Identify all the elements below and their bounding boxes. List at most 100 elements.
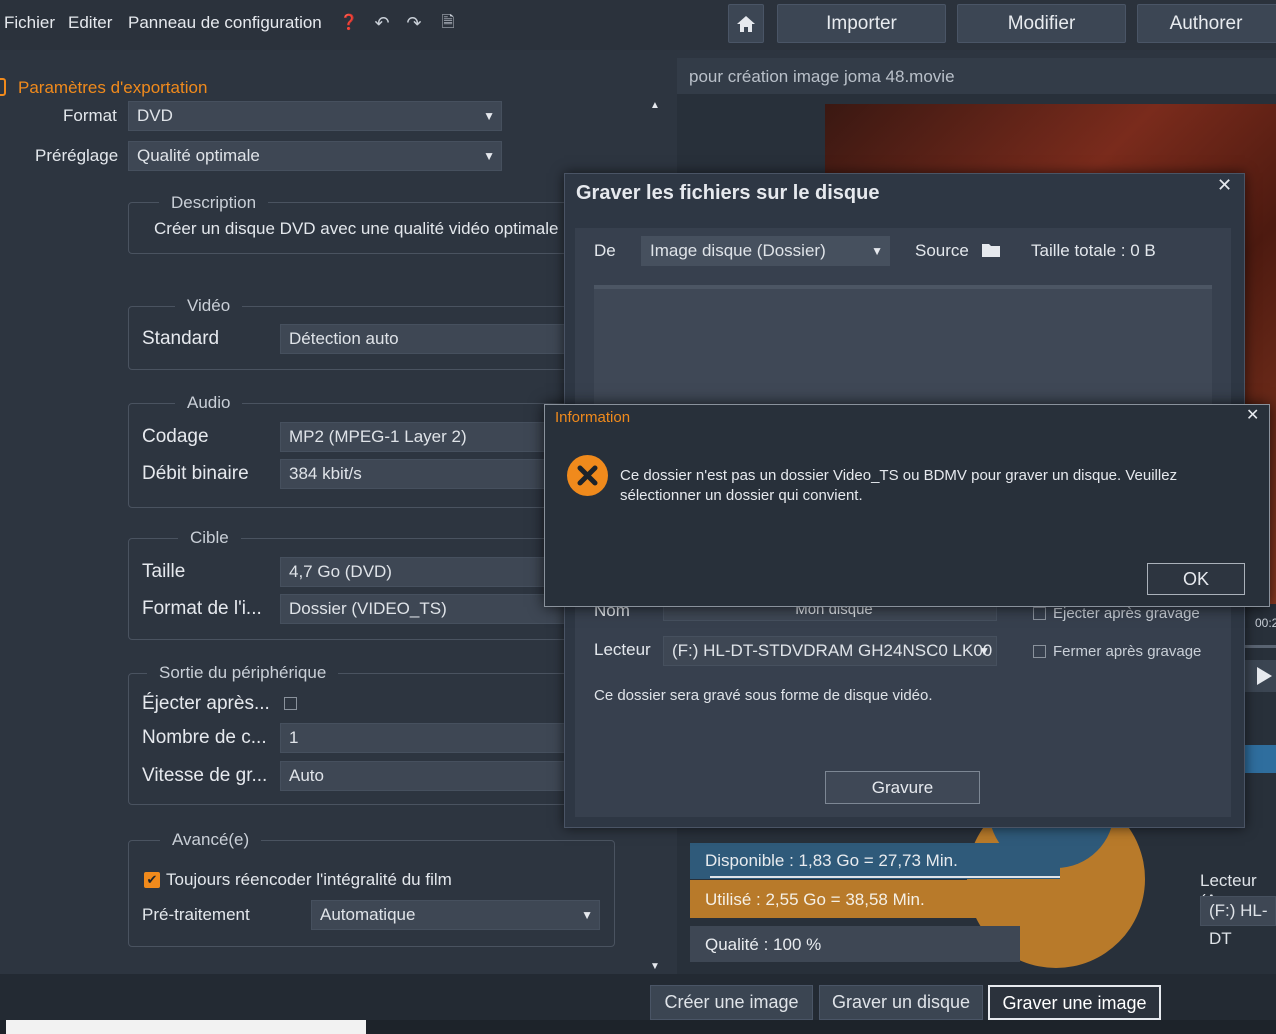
help-icon[interactable]: ❓ [338,10,360,36]
eject-after-burn-label: Éjecter après gravage [1053,605,1200,622]
info-dialog-title: Information [555,409,631,426]
codec-value: MP2 (MPEG-1 Layer 2) [289,427,467,446]
burn-image-button[interactable]: Graver une image [988,985,1161,1020]
size-label: Taille [142,561,186,582]
os-taskbar [0,1020,1276,1034]
timecode: 00:2 [1255,616,1276,630]
source-label: Source [915,241,969,260]
close-after-burn-checkbox[interactable] [1033,645,1046,658]
chevron-down-icon: ▼ [978,644,990,658]
advanced-title: Avancé(e) [160,830,262,850]
close-after-burn-label: Fermer après gravage [1053,643,1202,660]
from-label: De [594,241,616,260]
preprocessing-label: Pré-traitement [142,905,250,924]
taskbar-search-area[interactable] [6,1020,366,1034]
preprocessing-dropdown[interactable]: Automatique ▼ [311,900,600,930]
image-format-value: Dossier (VIDEO_TS) [289,599,447,618]
bitrate-dropdown[interactable]: 384 kbit/s [280,459,570,489]
drive-select-dropdown[interactable]: (F:) HL-DT-STDVDRAM GH24NSC0 LK00 ▼ [663,636,997,666]
chevron-down-icon: ▼ [871,244,883,258]
project-title: pour création image joma 48.movie [689,67,955,86]
available-text: Disponible : 1,83 Go = 27,73 Min. [705,851,958,870]
drive-select-value: (F:) HL-DT-STDVDRAM GH24NSC0 LK00 [672,641,993,660]
folder-icon[interactable] [982,242,1000,257]
eject-label: Éjecter après... [142,693,270,714]
copies-input[interactable]: 1 [280,723,570,753]
speed-dropdown[interactable]: Auto [280,761,570,791]
undo-icon[interactable]: ↶ [371,10,393,36]
home-button[interactable] [728,4,764,43]
format-dropdown[interactable]: DVD ▼ [128,101,502,131]
eject-after-burn-checkbox[interactable] [1033,607,1046,620]
available-underline [710,876,1060,878]
eject-checkbox[interactable] [284,697,297,710]
chevron-down-icon: ▼ [483,109,495,123]
bitrate-label: Débit binaire [142,463,249,484]
used-text: Utilisé : 2,55 Go = 38,58 Min. [705,890,925,909]
preprocessing-value: Automatique [320,905,416,924]
burn-disc-button[interactable]: Graver un disque [819,985,983,1020]
size-value: 4,7 Go (DVD) [289,562,392,581]
target-group [128,538,578,640]
menu-editer[interactable]: Editer [68,13,112,33]
close-icon[interactable]: ✕ [1246,405,1259,425]
quality-text: Qualité : 100 % [705,935,822,954]
export-section-title: Paramètres d'exportation [18,78,208,97]
play-button[interactable] [1245,660,1276,692]
reencode-label: Toujours réencoder l'intégralité du film [166,870,452,889]
description-title: Description [159,193,269,213]
speed-label: Vitesse de gr... [142,765,268,786]
description-text: Créer un disque DVD avec une qualité vid… [154,219,559,238]
audio-title: Audio [175,393,243,413]
from-value: Image disque (Dossier) [650,241,826,260]
file-list[interactable] [594,285,1212,410]
burn-button[interactable]: Gravure [825,771,980,804]
create-image-button[interactable]: Créer une image [650,985,813,1020]
image-format-dropdown[interactable]: Dossier (VIDEO_TS) [280,594,570,624]
standard-label: Standard [142,328,220,349]
burn-dialog-title: Graver les fichiers sur le disque [576,182,880,204]
codec-label: Codage [142,426,209,447]
total-size: Taille totale : 0 B [1031,241,1156,260]
standard-value: Détection auto [289,329,399,348]
advanced-group [128,840,615,947]
standard-dropdown[interactable]: Détection auto [280,324,570,354]
export-icon [0,78,6,96]
preset-value: Qualité optimale [137,146,260,165]
bitrate-value: 384 kbit/s [289,464,362,483]
tab-authorer[interactable]: Authorer [1137,4,1276,43]
speed-value: Auto [289,766,324,785]
audio-group [128,403,578,508]
menu-fichier[interactable]: Fichier [4,13,55,33]
progress-indicator [1245,745,1276,773]
drive-dropdown[interactable]: (F:) HL-DT [1200,896,1276,948]
video-title: Vidéo [175,296,243,316]
copies-value: 1 [289,728,299,747]
tab-importer[interactable]: Importer [777,4,946,43]
play-icon [1257,667,1272,685]
chevron-down-icon: ▼ [581,908,593,922]
error-icon [567,455,608,496]
timeline-bar[interactable] [1245,645,1276,648]
format-label: Format [63,106,117,125]
codec-dropdown[interactable]: MP2 (MPEG-1 Layer 2) [280,422,570,452]
info-message: Ce dossier n'est pas un dossier Video_TS… [620,467,1178,504]
burn-note: Ce dossier sera gravé sous forme de disq… [594,687,933,704]
tab-modifier[interactable]: Modifier [957,4,1126,43]
device-output-title: Sortie du périphérique [147,663,339,683]
menu-panneau-configuration[interactable]: Panneau de configuration [128,13,322,33]
from-dropdown[interactable]: Image disque (Dossier) ▼ [641,236,890,266]
preset-dropdown[interactable]: Qualité optimale ▼ [128,141,502,171]
close-icon[interactable]: ✕ [1217,175,1232,196]
copies-label: Nombre de c... [142,727,267,748]
image-format-label: Format de l'i... [142,598,262,619]
redo-icon[interactable]: ↷ [403,10,425,36]
chevron-down-icon: ▼ [483,149,495,163]
size-dropdown[interactable]: 4,7 Go (DVD) [280,557,570,587]
ok-button[interactable]: OK [1147,563,1245,595]
document-icon[interactable]: 🗎 [437,10,459,36]
preset-label: Préréglage [35,146,119,165]
drive-select-label: Lecteur [594,640,651,659]
reencode-checkbox[interactable]: ✔ [144,872,160,888]
home-icon [737,16,755,32]
